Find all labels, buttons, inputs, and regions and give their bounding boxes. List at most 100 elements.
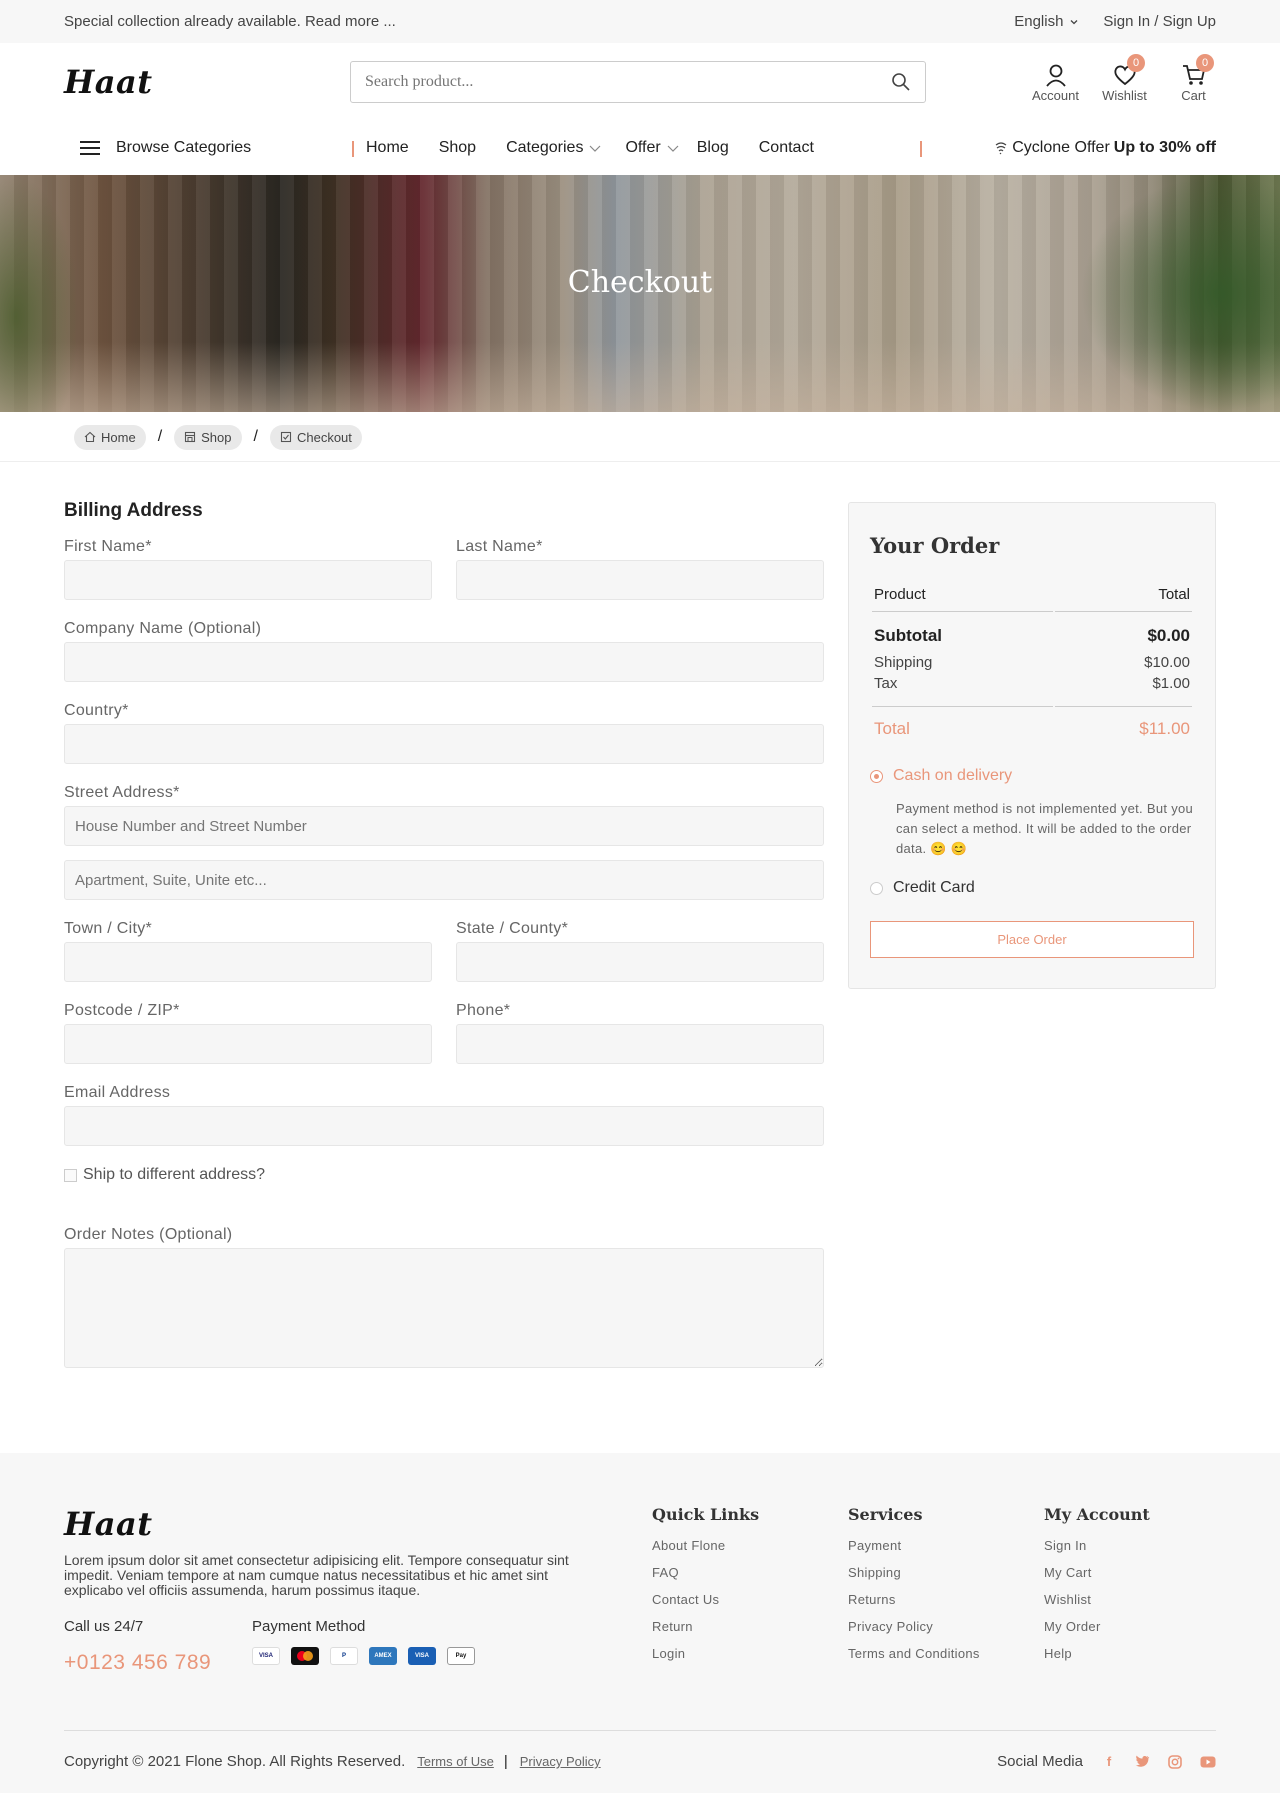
breadcrumb-shop-label: Shop (201, 429, 232, 445)
payment-note: Payment method is not implemented yet. B… (896, 801, 1194, 856)
state-field[interactable] (456, 942, 824, 982)
postcode-label: Postcode / ZIP* (64, 1002, 180, 1019)
footer-link[interactable]: Wishlist (1044, 1586, 1216, 1613)
tax-label: Tax (872, 673, 1053, 707)
nav-contact[interactable]: Contact (759, 139, 814, 157)
footer-link[interactable]: Help (1044, 1640, 1216, 1667)
footer-link[interactable]: My Cart (1044, 1559, 1216, 1586)
breadcrumb-checkout[interactable]: Checkout (269, 424, 362, 450)
credit-card-label: Credit Card (893, 879, 975, 896)
wishlist-label: Wishlist (1102, 87, 1147, 103)
ship-different-toggle[interactable]: Ship to different address? (64, 1166, 824, 1184)
footer-link[interactable]: FAQ (652, 1559, 848, 1586)
credit-card-radio[interactable] (870, 881, 883, 895)
email-field[interactable] (64, 1106, 824, 1146)
footer-link[interactable]: Privacy Policy (848, 1613, 1044, 1640)
chevron-down-icon (1070, 19, 1078, 24)
footer: Haat Lorem ipsum dolor sit amet consecte… (0, 1453, 1280, 1793)
footer-link[interactable]: Shipping (848, 1559, 1044, 1586)
logo[interactable]: Haat (64, 63, 350, 101)
footer-link[interactable]: Sign In (1044, 1532, 1216, 1559)
nav-categories-label: Categories (506, 139, 584, 156)
footer-link[interactable]: Terms and Conditions (848, 1640, 1044, 1667)
footer-link[interactable]: Contact Us (652, 1586, 848, 1613)
street-address-field[interactable] (64, 806, 824, 846)
nav-home[interactable]: Home (366, 139, 409, 157)
credit-card-option[interactable]: Credit Card (870, 879, 1194, 897)
checkbox-icon (280, 431, 292, 443)
breadcrumb-shop[interactable]: Shop (174, 424, 242, 450)
youtube-icon[interactable] (1200, 1756, 1216, 1768)
cyclone-icon (995, 142, 1007, 155)
breadcrumb-checkout-label: Checkout (296, 429, 352, 445)
shipping-label: Shipping (874, 654, 933, 671)
payment-methods: Cash on delivery Payment method is not i… (870, 767, 1194, 897)
last-name-field[interactable] (456, 560, 824, 600)
browse-categories-button[interactable]: Browse Categories (64, 139, 352, 157)
language-label: English (1014, 13, 1064, 30)
subtotal-value: $0.00 (1147, 626, 1190, 645)
footer-link[interactable]: Login (652, 1640, 848, 1667)
footer-link[interactable]: Returns (848, 1586, 1044, 1613)
street-label: Street Address* (64, 784, 180, 801)
twitter-icon[interactable] (1135, 1755, 1150, 1768)
offer-highlight: Up to 30% off (1113, 139, 1216, 156)
instagram-icon[interactable] (1168, 1754, 1182, 1769)
phone-field[interactable] (456, 1024, 824, 1064)
account-button[interactable]: Account (1032, 62, 1079, 103)
amex-icon: AMEX (369, 1647, 397, 1665)
postcode-field[interactable] (64, 1024, 432, 1064)
footer-link[interactable]: About Flone (652, 1532, 848, 1559)
cyclone-offer[interactable]: Cyclone Offer Up to 30% off (994, 139, 1216, 157)
visa-blue-icon: VISA (408, 1647, 436, 1665)
first-name-field[interactable] (64, 560, 432, 600)
cash-on-delivery-option[interactable]: Cash on delivery (870, 767, 1194, 785)
terms-link[interactable]: Terms of Use (417, 1754, 494, 1769)
footer-phone[interactable]: +0123 456 789 (64, 1651, 252, 1675)
breadcrumb-separator: / (157, 428, 163, 445)
col-product: Product (872, 584, 1053, 612)
header: Haat Account 0 Wishlist 0 Cart (0, 43, 1280, 121)
search-icon[interactable] (891, 72, 911, 92)
apple-pay-icon: Pay (447, 1647, 475, 1665)
footer-link[interactable]: Return (652, 1613, 848, 1640)
footer-divider: | (503, 1753, 508, 1770)
copyright: Copyright © 2021 Flone Shop. All Rights … (64, 1753, 406, 1770)
shipping-value: $10.00 (1144, 654, 1190, 671)
user-icon (1045, 64, 1066, 87)
ship-different-checkbox[interactable] (64, 1168, 77, 1182)
main-nav: Browse Categories Home Shop Categories O… (0, 121, 1280, 175)
country-field[interactable] (64, 724, 824, 764)
facebook-icon[interactable]: f (1101, 1754, 1117, 1770)
footer-link[interactable]: Payment (848, 1532, 1044, 1559)
order-notes-field[interactable] (64, 1248, 824, 1368)
city-field[interactable] (64, 942, 432, 982)
sign-in-link[interactable]: Sign In / Sign Up (1103, 13, 1216, 30)
nav-categories[interactable]: Categories (506, 139, 601, 157)
footer-link[interactable]: My Order (1044, 1613, 1216, 1640)
place-order-button[interactable]: Place Order (870, 921, 1194, 958)
wishlist-button[interactable]: 0 Wishlist (1102, 53, 1147, 103)
search-input[interactable] (365, 73, 845, 91)
nav-shop[interactable]: Shop (439, 139, 476, 157)
announcement-text[interactable]: Special collection already available. Re… (64, 13, 396, 30)
payment-method-label: Payment Method (252, 1618, 366, 1635)
street-address-2-field[interactable] (64, 860, 824, 900)
nav-offer[interactable]: Offer (625, 139, 679, 157)
cod-radio[interactable] (870, 769, 883, 783)
social-links: Social Media f (997, 1753, 1216, 1770)
last-name-label: Last Name* (456, 538, 543, 555)
breadcrumb-home[interactable]: Home (74, 424, 146, 450)
wishlist-count-badge: 0 (1127, 53, 1145, 72)
order-notes-label: Order Notes (Optional) (64, 1226, 233, 1243)
account-label: Account (1032, 87, 1079, 103)
checkout-main: Billing Address First Name* Last Name* C… (0, 462, 1280, 1453)
nav-blog[interactable]: Blog (697, 139, 729, 157)
cart-button[interactable]: 0 Cart (1171, 53, 1216, 103)
hamburger-icon (80, 141, 100, 155)
privacy-link[interactable]: Privacy Policy (520, 1754, 601, 1769)
footer-logo[interactable]: Haat (64, 1505, 652, 1543)
company-field[interactable] (64, 642, 824, 682)
language-selector[interactable]: English (1014, 13, 1079, 30)
home-icon (84, 431, 96, 443)
